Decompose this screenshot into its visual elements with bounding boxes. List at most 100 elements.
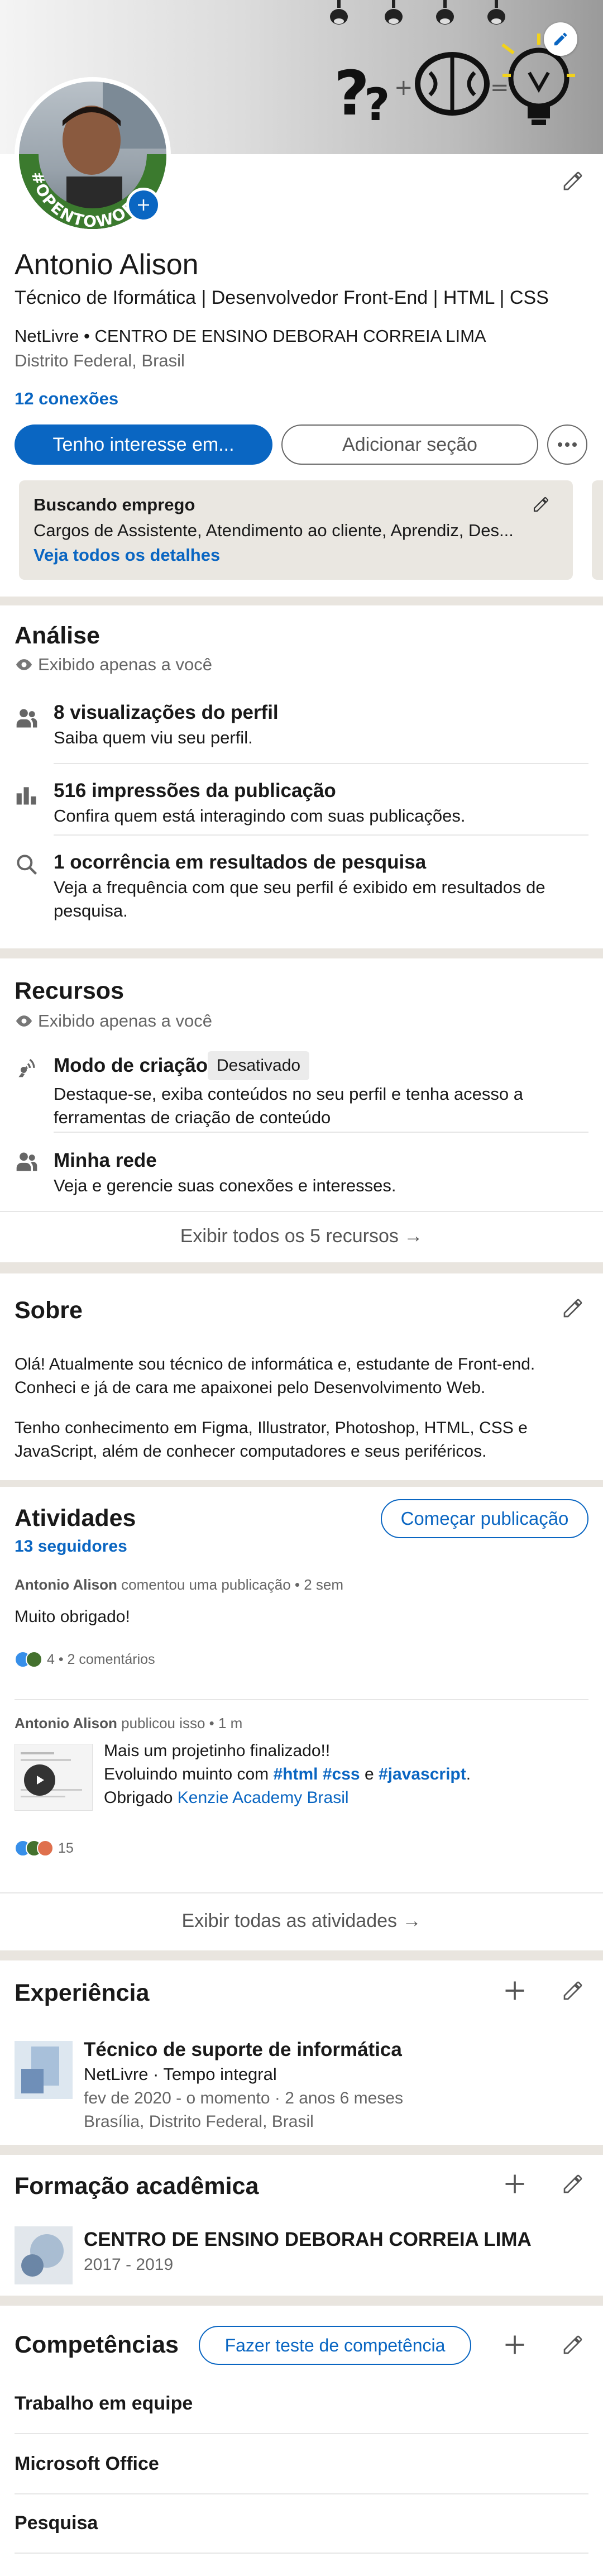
job-seeking-title: Buscando emprego xyxy=(34,495,195,514)
edit-education-button[interactable] xyxy=(556,2167,590,2201)
plus-icon xyxy=(505,2335,524,2354)
resources-visibility: Exibido apenas a você xyxy=(38,1011,212,1031)
skill-item[interactable]: Pesquisa xyxy=(15,2512,98,2534)
pencil-icon xyxy=(563,1981,582,2000)
svg-text:+: + xyxy=(394,75,413,101)
job-location: Brasília, Distrito Federal, Brasil xyxy=(84,2112,314,2131)
add-education-button[interactable] xyxy=(498,2167,532,2201)
post-author: Antonio Alison xyxy=(15,1576,117,1593)
add-experience-button[interactable] xyxy=(498,1974,532,2007)
about-paragraph-2: Tenho conhecimento em Figma, Illustrator… xyxy=(15,1419,528,1461)
divider xyxy=(15,2553,588,2554)
experience-title: Experiência xyxy=(15,1979,150,2006)
education-item[interactable]: CENTRO DE ENSINO DEBORAH CORREIA LIMA 20… xyxy=(0,2221,603,2288)
edit-profile-button[interactable] xyxy=(556,164,590,198)
resources-title: Recursos xyxy=(15,977,124,1004)
mention-link[interactable]: Kenzie Academy Brasil xyxy=(178,1788,349,1807)
hashtag-link[interactable]: #css xyxy=(323,1765,360,1783)
more-icon xyxy=(558,442,577,447)
post-line-1: Mais um projetinho finalizado!! xyxy=(104,1742,331,1760)
activity-post-shared[interactable]: Antonio Alison publicou isso • 1 m Mais … xyxy=(0,1707,603,1874)
analytics-item-impressions[interactable]: 516 impressões da publicação Confira que… xyxy=(0,764,603,842)
job-seeking-details-link[interactable]: Veja todos os detalhes xyxy=(34,545,220,565)
post-meta-text: publicou isso • 1 m xyxy=(121,1715,243,1731)
reactions-row[interactable]: 15 xyxy=(15,1839,74,1858)
job-title: Técnico de suporte de informática xyxy=(84,2039,402,2060)
eye-icon xyxy=(16,659,32,670)
banner-edit-button[interactable] xyxy=(544,22,577,56)
divider xyxy=(15,2493,588,2494)
bar-chart-icon xyxy=(16,787,36,805)
activity-post-comment[interactable]: Antonio Alison comentou uma publicação •… xyxy=(0,1571,603,1699)
creator-mode-status-badge: Desativado xyxy=(208,1051,310,1080)
experience-item[interactable]: Técnico de suporte de informática NetLiv… xyxy=(0,2033,603,2134)
divider xyxy=(0,1211,603,1212)
my-network-item[interactable]: Minha rede Veja e gerencie suas conexões… xyxy=(0,1133,603,1200)
plus-icon xyxy=(505,2174,524,2193)
skills-title: Competências xyxy=(15,2331,179,2358)
search-icon xyxy=(17,855,37,875)
pencil-icon xyxy=(533,497,549,512)
edit-job-seeking-button[interactable] xyxy=(527,490,555,518)
analytics-item-profile-views[interactable]: 8 visualizações do perfil Saiba quem viu… xyxy=(0,685,603,763)
hashtag-link[interactable]: #html xyxy=(274,1765,318,1783)
start-post-button[interactable]: Começar publicação xyxy=(381,1499,588,1538)
education-section: Formação acadêmica CENTRO DE ENSINO DEBO… xyxy=(0,2155,603,2296)
reaction-stats: 4 • 2 comentários xyxy=(47,1651,155,1667)
about-title: Sobre xyxy=(15,1297,83,1324)
analytics-item-title: 516 impressões da publicação xyxy=(54,780,336,802)
eye-icon xyxy=(16,1015,32,1027)
post-meta-text: comentou uma publicação • 2 sem xyxy=(121,1576,344,1593)
add-section-button[interactable]: Adicionar seção xyxy=(281,424,538,465)
show-all-resources-link[interactable]: Exibir todos os 5 recursos → xyxy=(0,1225,603,1247)
job-company: NetLivre · Tempo integral xyxy=(84,2064,277,2084)
svg-text:?: ? xyxy=(364,79,390,131)
open-to-button[interactable]: Tenho interesse em... xyxy=(15,424,272,465)
pencil-icon xyxy=(563,2174,582,2193)
add-photo-button[interactable] xyxy=(126,188,161,222)
profile-location: Distrito Federal, Brasil xyxy=(15,351,185,370)
post-author: Antonio Alison xyxy=(15,1715,117,1731)
skill-item[interactable]: Microsoft Office xyxy=(15,2453,159,2475)
resources-section: Recursos Exibido apenas a você Modo de c… xyxy=(0,958,603,1262)
my-network-title: Minha rede xyxy=(54,1149,157,1171)
edit-about-button[interactable] xyxy=(556,1291,590,1325)
avatar[interactable]: #OPENTOWORK xyxy=(15,77,171,233)
analytics-visibility: Exibido apenas a você xyxy=(38,655,212,674)
creator-mode-desc: Destaque-se, exiba conteúdos no seu perf… xyxy=(54,1084,523,1127)
profile-company-line: NetLivre • CENTRO DE ENSINO DEBORAH CORR… xyxy=(15,326,486,346)
hashtag-link[interactable]: #javascript xyxy=(379,1765,466,1783)
skill-item[interactable]: Trabalho em equipe xyxy=(15,2393,193,2415)
post-text-segment: Obrigado xyxy=(104,1788,178,1807)
post-text-segment: e xyxy=(360,1765,379,1783)
activity-title: Atividades xyxy=(15,1505,136,1532)
connections-link[interactable]: 12 conexões xyxy=(15,389,118,409)
post-line-3: Obrigado Kenzie Academy Brasil xyxy=(104,1788,349,1807)
show-all-activity-link[interactable]: Exibir todas as atividades → xyxy=(0,1910,603,1932)
job-seeking-roles: Cargos de Assistente, Atendimento ao cli… xyxy=(34,521,514,540)
analytics-item-desc: Confira quem está interagindo com suas p… xyxy=(54,806,466,826)
more-button[interactable] xyxy=(547,424,587,465)
add-skill-button[interactable] xyxy=(498,2328,532,2362)
skill-assessment-button[interactable]: Fazer teste de competência xyxy=(199,2326,471,2365)
about-paragraph-1: Olá! Atualmente sou técnico de informáti… xyxy=(15,1355,535,1397)
pencil-icon xyxy=(554,32,567,46)
edit-skills-button[interactable] xyxy=(556,2328,590,2362)
analytics-item-search-appearances[interactable]: 1 ocorrência em resultados de pesquisa V… xyxy=(0,836,603,942)
pencil-icon xyxy=(563,171,582,190)
experience-section: Experiência Técnico de suporte de inform… xyxy=(0,1960,603,2145)
people-icon xyxy=(16,709,37,728)
job-seeking-card[interactable]: Buscando emprego Cargos de Assistente, A… xyxy=(19,480,573,580)
video-thumbnail[interactable] xyxy=(15,1744,93,1811)
plus-icon xyxy=(138,199,149,211)
post-text: Muito obrigado! xyxy=(15,1607,130,1626)
company-logo xyxy=(15,2041,73,2099)
profile-name: Antonio Alison xyxy=(15,249,199,281)
education-years: 2017 - 2019 xyxy=(84,2255,174,2274)
creator-mode-item[interactable]: Modo de criação Desativado Destaque-se, … xyxy=(0,1040,603,1129)
pencil-icon xyxy=(563,2335,582,2354)
edit-experience-button[interactable] xyxy=(556,1974,590,2007)
analytics-section: Análise Exibido apenas a você 8 visualiz… xyxy=(0,605,603,948)
reactions-row[interactable]: 4 • 2 comentários xyxy=(15,1650,155,1669)
followers-count[interactable]: 13 seguidores xyxy=(15,1537,127,1556)
